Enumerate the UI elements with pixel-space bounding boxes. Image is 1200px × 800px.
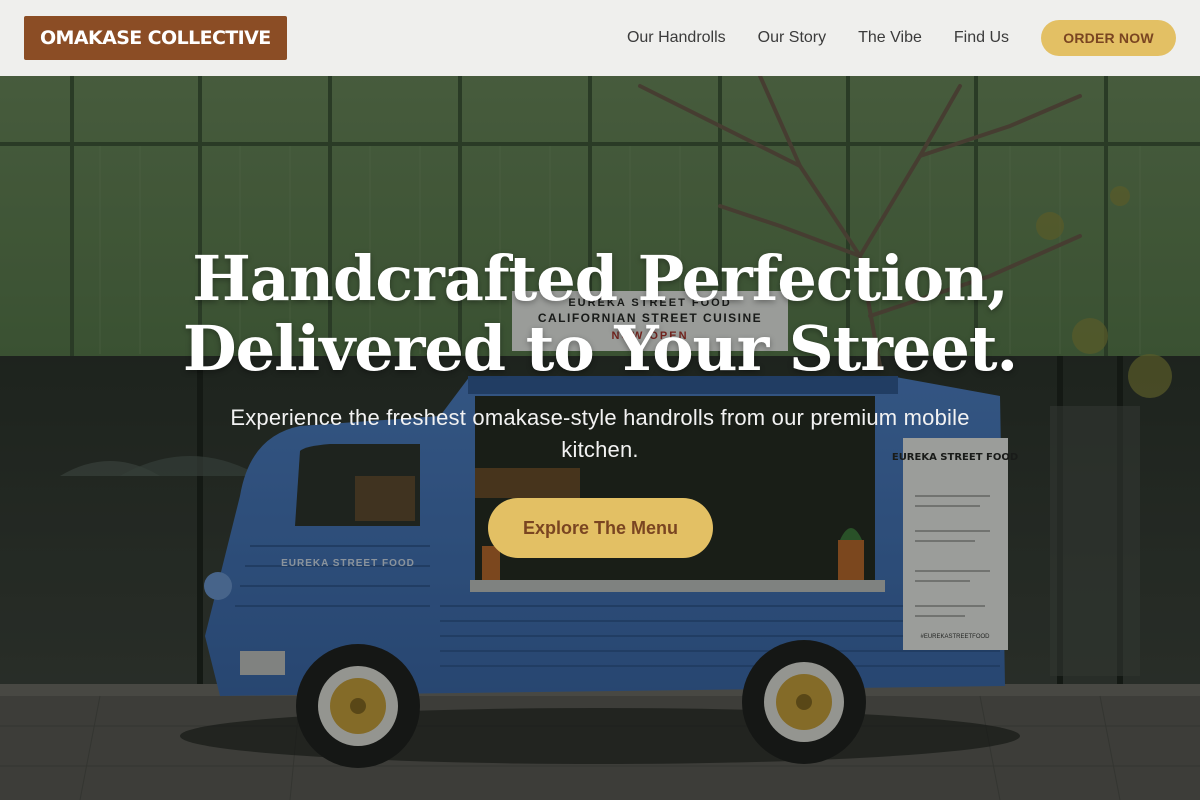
nav-our-handrolls[interactable]: Our Handrolls xyxy=(627,29,726,47)
hero-headline-line2: Delivered to Your Street. xyxy=(182,312,1018,385)
nav-find-us[interactable]: Find Us xyxy=(954,29,1009,47)
main-nav: Our Handrolls Our Story The Vibe Find Us… xyxy=(627,20,1176,56)
hero-section: EUREKA STREET FOOD CALIFORNIAN STREET CU… xyxy=(0,76,1200,800)
hero-content: Handcrafted Perfection, Delivered to You… xyxy=(0,76,1200,800)
site-header: OMAKASE COLLECTIVE Our Handrolls Our Sto… xyxy=(0,0,1200,76)
explore-menu-button[interactable]: Explore The Menu xyxy=(488,498,713,558)
hero-headline-line1: Handcrafted Perfection, xyxy=(192,242,1009,315)
nav-our-story[interactable]: Our Story xyxy=(758,29,826,47)
nav-the-vibe[interactable]: The Vibe xyxy=(858,29,922,47)
hero-subtext: Experience the freshest omakase-style ha… xyxy=(230,405,970,462)
order-now-button[interactable]: ORDER NOW xyxy=(1041,20,1176,56)
brand-logo[interactable]: OMAKASE COLLECTIVE xyxy=(24,16,287,60)
hero-headline: Handcrafted Perfection, Delivered to You… xyxy=(0,244,1200,384)
